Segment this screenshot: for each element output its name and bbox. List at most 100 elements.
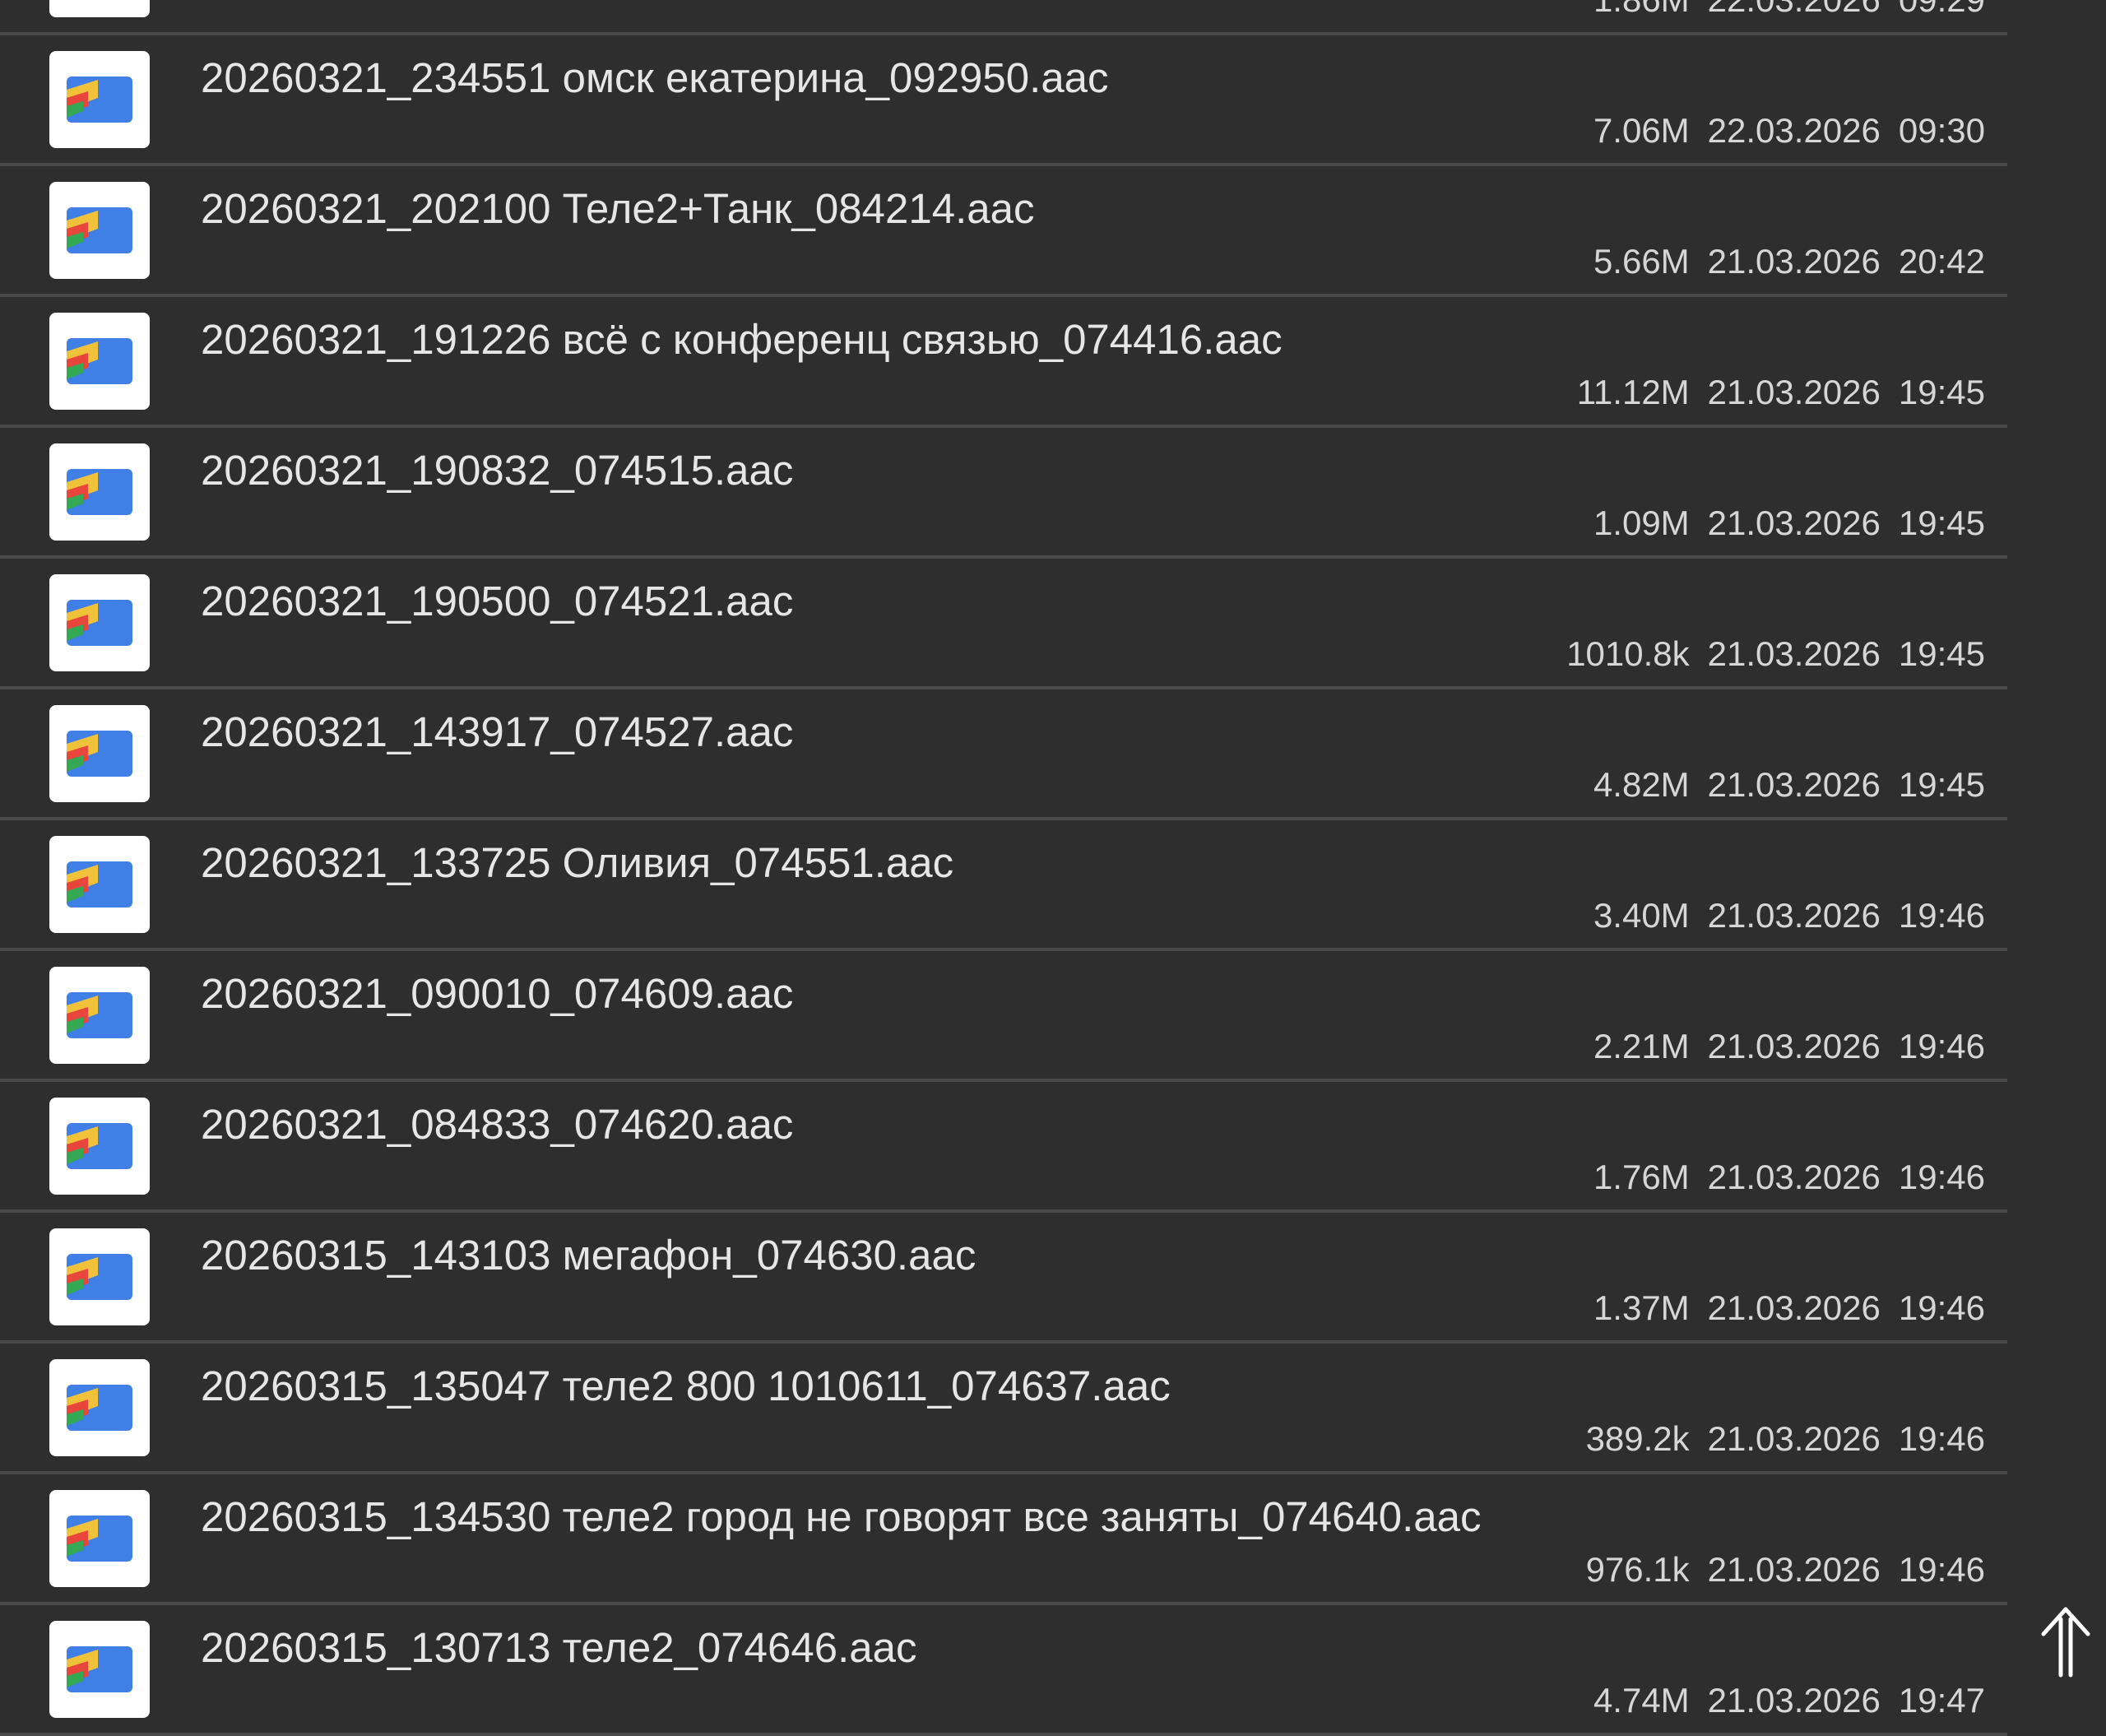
file-name: 20260321_084833_074620.aac [201, 1101, 794, 1148]
file-meta: 4.82M 21.03.2026 19:45 [1593, 764, 1985, 806]
file-date: 21.03.2026 [1707, 1158, 1881, 1196]
file-time: 09:29 [1899, 0, 1985, 21]
file-size: 1.37M [1593, 1288, 1690, 1327]
file-row[interactable]: 20260315_143103 мегафон_074630.aac 1.37M… [0, 1213, 2007, 1344]
file-size: 5.66M [1593, 242, 1690, 281]
file-time: 19:45 [1898, 373, 1985, 411]
file-time: 19:46 [1898, 1419, 1985, 1458]
file-name: 20260321_143917_074527.aac [201, 708, 794, 755]
file-row[interactable]: 20260321_133725 Оливия_074551.aac 3.40M 2… [0, 820, 2007, 951]
file-time: 20:42 [1898, 242, 1985, 281]
file-name: 20260315_130713 теле2_074646.aac [201, 1624, 917, 1671]
file-meta: 1.76M 21.03.2026 19:46 [1593, 1156, 1985, 1199]
file-date: 21.03.2026 [1707, 896, 1881, 935]
file-date: 21.03.2026 [1707, 373, 1881, 411]
file-meta: 2.21M 21.03.2026 19:46 [1593, 1025, 1985, 1068]
file-date: 21.03.2026 [1707, 1550, 1881, 1589]
file-meta: 1010.8k 21.03.2026 19:45 [1566, 633, 1985, 675]
file-name: 20260315_143103 мегафон_074630.aac [201, 1232, 976, 1279]
file-row[interactable]: 20260315_130713 теле2_074646.aac 4.74M 21… [0, 1605, 2007, 1736]
file-row[interactable]: 20260321_143917_074527.aac 4.82M 21.03.20… [0, 689, 2007, 820]
file-name: 20260321_234551 омск екатерина_092950.aa… [201, 54, 1109, 101]
file-time: 19:45 [1898, 634, 1985, 673]
file-size: 1.76M [1593, 1158, 1690, 1196]
file-meta: 11.12M 21.03.2026 19:45 [1577, 371, 1985, 414]
file-date: 21.03.2026 [1707, 242, 1881, 281]
files-app-icon [49, 1228, 150, 1325]
file-size: 7.06M [1593, 111, 1690, 150]
file-meta: 5.66M 21.03.2026 20:42 [1593, 240, 1985, 283]
file-meta: 389.2k 21.03.2026 19:46 [1586, 1418, 1985, 1460]
file-row[interactable]: 20260321_202100 Теле2+Танк_084214.aac 5.… [0, 166, 2007, 297]
file-time: 09:30 [1898, 111, 1985, 150]
file-time: 19:47 [1898, 1681, 1985, 1720]
files-app-icon [49, 51, 150, 148]
file-time: 19:46 [1898, 1027, 1985, 1065]
files-app-icon [49, 574, 150, 671]
file-size: 1.09M [1593, 504, 1690, 542]
file-date: 21.03.2026 [1707, 1419, 1881, 1458]
scroll-to-top-button[interactable] [2037, 1604, 2094, 1678]
file-name: 20260321_202100 Теле2+Танк_084214.aac [201, 185, 1035, 232]
file-row[interactable]: 20260321_234551 омск екатерина_092950.aa… [0, 35, 2007, 166]
files-app-icon [49, 1490, 150, 1587]
files-app-icon [49, 443, 150, 541]
file-time: 19:45 [1898, 504, 1985, 542]
file-name: 20260321_191226 всё с конференц связью_0… [201, 316, 1283, 363]
file-size: 11.12M [1576, 373, 1690, 411]
file-time: 19:46 [1898, 1550, 1985, 1589]
file-row[interactable]: 20260321_190832_074515.aac 1.09M 21.03.20… [0, 428, 2007, 559]
file-meta: 1.37M 21.03.2026 19:46 [1593, 1287, 1985, 1330]
file-time: 19:46 [1898, 1158, 1985, 1196]
file-row[interactable]: 20260321_084833_074620.aac 1.76M 21.03.20… [0, 1082, 2007, 1213]
file-row[interactable]: 20260315_134530 теле2 город не говорят в… [0, 1474, 2007, 1605]
files-app-icon [49, 0, 150, 17]
file-size: 389.2k [1585, 1419, 1690, 1458]
files-app-icon [49, 705, 150, 802]
file-meta: 976.1k 21.03.2026 19:46 [1586, 1548, 1985, 1591]
file-time: 19:46 [1898, 1288, 1985, 1327]
file-date: 21.03.2026 [1707, 765, 1881, 804]
file-meta: 3.40M 21.03.2026 19:46 [1593, 894, 1985, 937]
file-meta: 7.06M 22.03.2026 09:30 [1593, 109, 1985, 152]
file-date: 22.03.2026 [1707, 111, 1881, 150]
file-date: 22.03.2026 [1708, 0, 1881, 21]
arrow-up-icon [2041, 1607, 2090, 1678]
files-app-icon [49, 313, 150, 410]
file-time: 19:46 [1898, 896, 1985, 935]
file-size: 976.1k [1585, 1550, 1690, 1589]
files-app-icon [49, 967, 150, 1064]
file-meta: 1.86M 22.03.2026 09:29 [1593, 0, 1985, 21]
file-list: 1.86M 22.03.2026 09:29 20260321_234551 омс… [0, 0, 2007, 1736]
file-row[interactable]: 1.86M 22.03.2026 09:29 [0, 0, 2007, 35]
file-row[interactable]: 20260321_191226 всё с конференц связью_0… [0, 297, 2007, 428]
file-size: 4.82M [1593, 765, 1690, 804]
file-name: 20260315_135047 теле2 800 1010611_074637… [201, 1362, 1171, 1409]
files-app-icon [49, 1621, 150, 1718]
file-name: 20260321_190500_074521.aac [201, 578, 794, 624]
files-app-icon [49, 1098, 150, 1195]
files-app-icon [49, 836, 150, 933]
file-date: 21.03.2026 [1707, 1288, 1881, 1327]
file-meta: 1.09M 21.03.2026 19:45 [1593, 502, 1985, 545]
file-size: 1.86M [1593, 0, 1690, 21]
file-date: 21.03.2026 [1707, 504, 1881, 542]
files-app-icon [49, 1359, 150, 1456]
file-name: 20260321_133725 Оливия_074551.aac [201, 839, 954, 886]
file-row[interactable]: 20260321_190500_074521.aac 1010.8k 21.03.… [0, 559, 2007, 689]
file-row[interactable]: 20260315_135047 теле2 800 1010611_074637… [0, 1344, 2007, 1474]
files-app-icon [49, 182, 150, 279]
file-date: 21.03.2026 [1707, 1027, 1881, 1065]
file-name: 20260321_090010_074609.aac [201, 970, 794, 1017]
file-size: 1010.8k [1566, 634, 1690, 673]
file-date: 21.03.2026 [1707, 634, 1881, 673]
file-date: 21.03.2026 [1707, 1681, 1881, 1720]
file-name: 20260321_190832_074515.aac [201, 447, 794, 494]
file-size: 2.21M [1593, 1027, 1690, 1065]
file-size: 3.40M [1593, 896, 1690, 935]
file-time: 19:45 [1898, 765, 1985, 804]
file-size: 4.74M [1593, 1681, 1690, 1720]
file-name: 20260315_134530 теле2 город не говорят в… [201, 1493, 1482, 1540]
file-row[interactable]: 20260321_090010_074609.aac 2.21M 21.03.20… [0, 951, 2007, 1082]
file-meta: 4.74M 21.03.2026 19:47 [1593, 1679, 1985, 1722]
